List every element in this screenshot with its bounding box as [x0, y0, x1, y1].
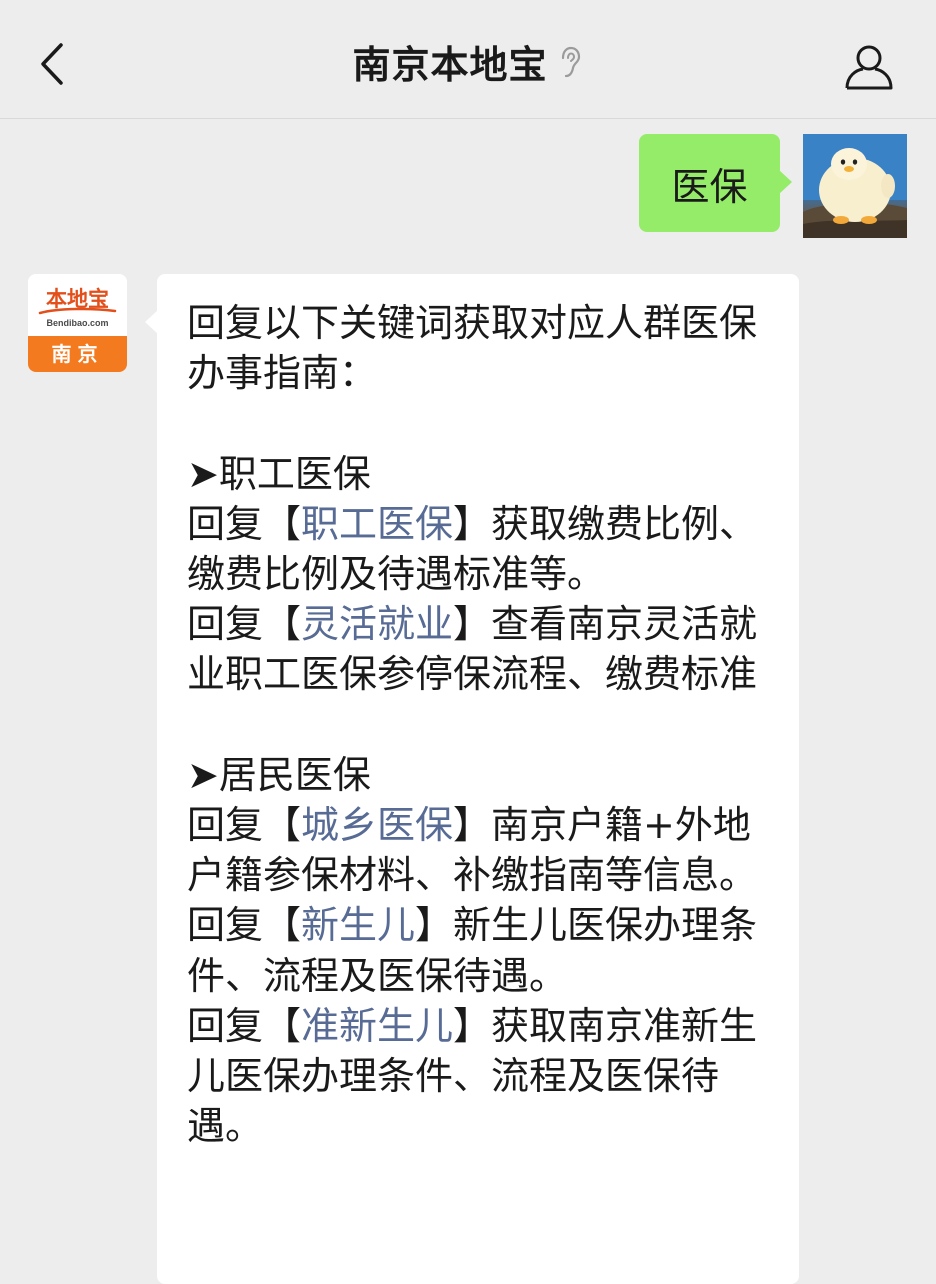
reply-item: 回复【城乡医保】南京户籍+外地户籍参保材料、补缴指南等信息。 — [187, 800, 769, 900]
reply-item: 回复【准新生儿】获取南京准新生儿医保办理条件、流程及医保待遇。 — [187, 1001, 769, 1152]
swoosh-icon — [38, 307, 117, 315]
user-avatar[interactable] — [803, 134, 907, 238]
bot-message-intro: 回复以下关键词获取对应人群医保办事指南： — [187, 301, 758, 396]
keyword-link-灵活就业[interactable]: 灵活就业 — [301, 602, 453, 646]
reply-prefix: 回复【 — [187, 602, 302, 647]
bot-avatar-domain: Bendibao.com — [46, 318, 109, 328]
user-message-bubble[interactable]: 医保 — [639, 134, 792, 232]
reply-item: 回复【职工医保】获取缴费比例、缴费比例及待遇标准等。 — [187, 499, 769, 599]
ear-icon — [558, 44, 584, 80]
bot-avatar-city: 南京 — [28, 336, 127, 372]
section-heading: ➤职工医保 — [187, 451, 371, 496]
reply-prefix: 回复【 — [187, 1003, 302, 1048]
reply-item: 回复【新生儿】新生儿医保办理条件、流程及医保待遇。 — [187, 900, 769, 1000]
user-message-text: 医保 — [671, 164, 748, 209]
reply-prefix: 回复【 — [187, 501, 302, 546]
keyword-link-职工医保[interactable]: 职工医保 — [301, 502, 453, 546]
reply-item: 回复【灵活就业】查看南京灵活就业职工医保参停保流程、缴费标准 — [187, 599, 769, 699]
reply-prefix: 回复【 — [187, 803, 302, 847]
person-icon — [845, 45, 893, 90]
duck-plush-avatar-image — [803, 134, 907, 238]
keyword-link-城乡医保[interactable]: 城乡医保 — [301, 803, 453, 847]
reply-prefix: 回复【 — [187, 903, 302, 948]
page-title: 南京本地宝 — [352, 43, 548, 87]
bot-avatar[interactable]: 本地宝 Bendibao.com 南京 — [28, 274, 127, 372]
user-message-row: 医保 — [0, 132, 936, 242]
title-wrap: 南京本地宝 — [0, 34, 936, 89]
profile-button[interactable] — [838, 36, 900, 98]
keyword-link-准新生儿[interactable]: 准新生儿 — [301, 1004, 453, 1048]
top-bar: 南京本地宝 — [0, 0, 936, 119]
section-heading: ➤居民医保 — [187, 752, 371, 797]
bot-message-text: 回复以下关键词获取对应人群医保办事指南： ➤职工医保 回复【职工医保】获取缴费比… — [187, 298, 769, 1151]
bot-message-bubble: 回复以下关键词获取对应人群医保办事指南： ➤职工医保 回复【职工医保】获取缴费比… — [145, 274, 799, 1284]
keyword-link-新生儿[interactable]: 新生儿 — [301, 903, 415, 947]
